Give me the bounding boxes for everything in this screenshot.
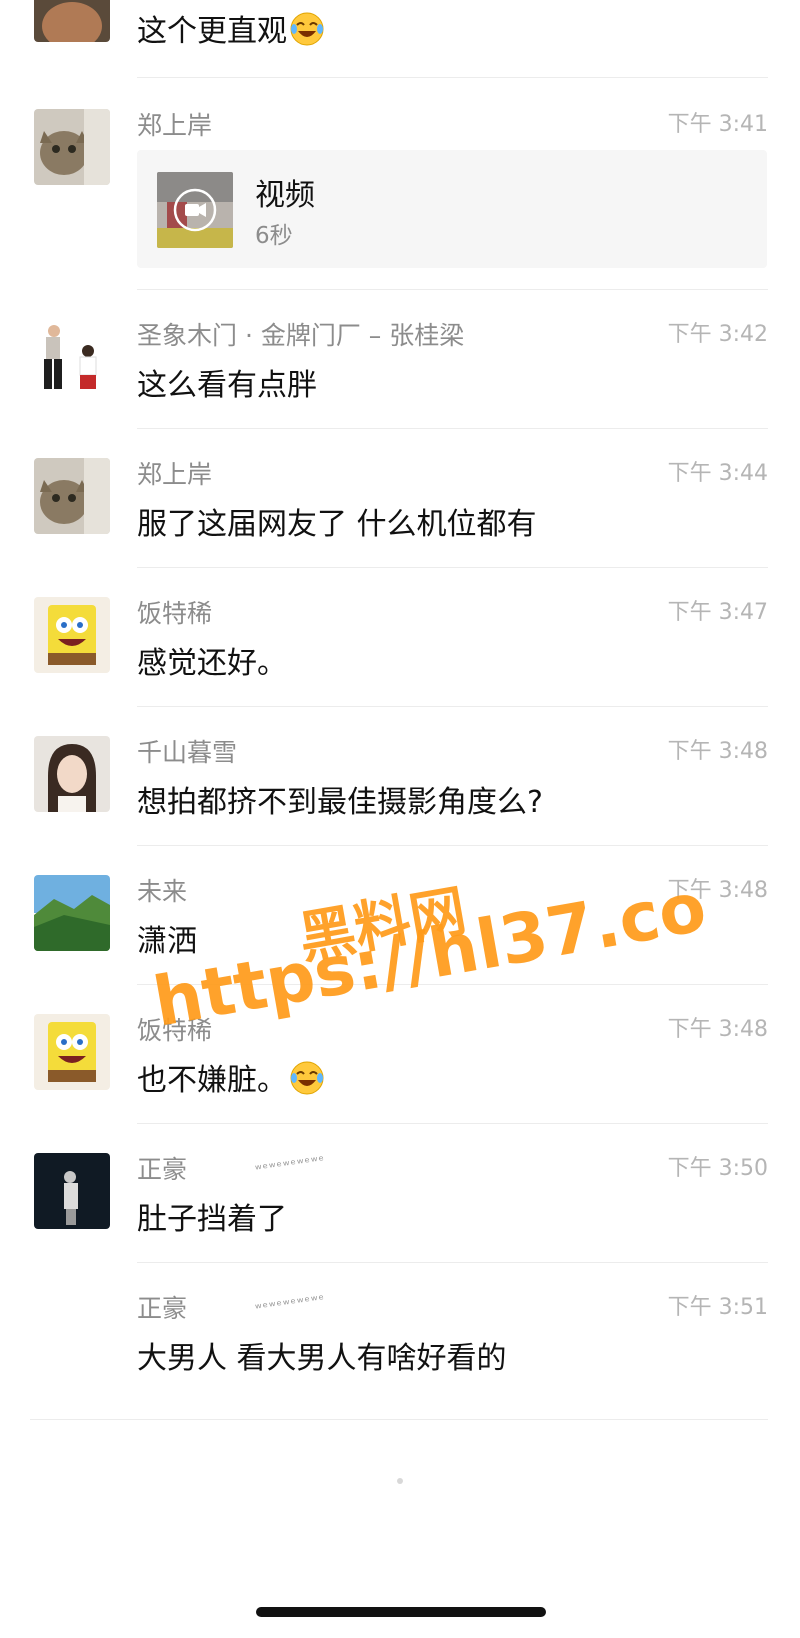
video-duration: 6秒 xyxy=(255,223,293,249)
chat-message[interactable]: 圣象木门 · 金牌门厂 – 张桂梁 下午 3:42 这么看有点胖 xyxy=(0,316,800,429)
message-time: 下午 3:47 xyxy=(667,600,768,625)
message-text: 也不嫌脏。 xyxy=(137,1055,325,1099)
message-divider xyxy=(137,706,768,707)
message-time: 下午 3:42 xyxy=(667,322,768,347)
message-time: 下午 3:51 xyxy=(667,1295,768,1320)
message-time: 下午 3:41 xyxy=(667,112,768,137)
message-text: 这个更直观 xyxy=(137,6,325,50)
scribble-mark: ʷᵉʷᵉʷᵉʷᵉʷᵉ xyxy=(254,1153,327,1178)
chat-message[interactable]: 饭特稀 下午 3:48 也不嫌脏。 xyxy=(0,1011,800,1124)
scroll-indicator-dot xyxy=(397,1478,403,1484)
chat-message[interactable]: 郑上岸 下午 3:44 服了这届网友了 什么机位都有 xyxy=(0,455,800,568)
message-divider xyxy=(30,1419,768,1420)
chat-message[interactable]: 正豪 下午 3:50 肚子挡着了 ʷᵉʷᵉʷᵉʷᵉʷᵉ xyxy=(0,1150,800,1263)
message-divider xyxy=(137,567,768,568)
home-indicator[interactable] xyxy=(256,1607,546,1617)
avatar[interactable] xyxy=(34,875,110,951)
sender-name[interactable]: 圣象木门 · 金牌门厂 – 张桂梁 xyxy=(137,316,464,352)
message-text-content: 也不嫌脏。 xyxy=(137,1063,287,1098)
message-time: 下午 3:48 xyxy=(667,1017,768,1042)
sender-name[interactable]: 饭特稀 xyxy=(137,594,212,630)
sender-name[interactable]: 千山暮雪 xyxy=(137,733,237,769)
message-divider xyxy=(137,289,768,290)
sender-name[interactable]: 正豪 xyxy=(137,1150,187,1186)
chat-message[interactable]: 这个更直观 xyxy=(0,0,800,78)
video-thumbnail[interactable] xyxy=(157,172,233,248)
message-divider xyxy=(137,1262,768,1263)
avatar[interactable] xyxy=(34,736,110,812)
sender-name[interactable]: 郑上岸 xyxy=(137,106,212,142)
chat-message[interactable]: 饭特稀 下午 3:47 感觉还好。 xyxy=(0,594,800,707)
message-divider xyxy=(137,428,768,429)
message-divider xyxy=(137,845,768,846)
laugh-crying-emoji-icon xyxy=(289,1060,325,1096)
avatar[interactable] xyxy=(34,319,110,395)
scribble-mark: ʷᵉʷᵉʷᵉʷᵉʷᵉ xyxy=(254,1292,327,1317)
message-text: 这么看有点胖 xyxy=(137,368,317,403)
avatar[interactable] xyxy=(34,109,110,185)
message-time: 下午 3:48 xyxy=(667,739,768,764)
avatar[interactable] xyxy=(34,458,110,534)
message-text: 服了这届网友了 什么机位都有 xyxy=(137,507,537,542)
message-text: 大男人 看大男人有啥好看的 xyxy=(137,1341,507,1376)
message-time: 下午 3:50 xyxy=(667,1156,768,1181)
avatar[interactable] xyxy=(34,1153,110,1229)
avatar[interactable] xyxy=(34,0,110,42)
sender-name[interactable]: 正豪 xyxy=(137,1289,187,1325)
video-title: 视频 xyxy=(255,178,315,213)
video-message-card[interactable]: 视频 6秒 xyxy=(137,150,767,268)
message-time: 下午 3:44 xyxy=(667,461,768,486)
message-text: 潇洒 xyxy=(137,924,197,959)
message-divider xyxy=(137,77,768,78)
avatar[interactable] xyxy=(34,597,110,673)
chat-message[interactable]: 正豪 下午 3:51 大男人 看大男人有啥好看的 ʷᵉʷᵉʷᵉʷᵉʷᵉ xyxy=(0,1289,800,1429)
message-divider xyxy=(137,1123,768,1124)
message-text: 感觉还好。 xyxy=(137,646,287,681)
sender-name[interactable]: 郑上岸 xyxy=(137,455,212,491)
avatar[interactable] xyxy=(34,1014,110,1090)
chat-message[interactable]: 千山暮雪 下午 3:48 想拍都挤不到最佳摄影角度么? xyxy=(0,733,800,846)
message-text: 想拍都挤不到最佳摄影角度么? xyxy=(137,785,543,820)
sender-name[interactable]: 未来 xyxy=(137,872,187,908)
message-text-content: 这个更直观 xyxy=(137,14,287,49)
chat-message[interactable]: 郑上岸 下午 3:41 视频 6秒 xyxy=(0,106,800,291)
laugh-crying-emoji-icon xyxy=(289,11,325,47)
message-text: 肚子挡着了 xyxy=(137,1202,287,1237)
